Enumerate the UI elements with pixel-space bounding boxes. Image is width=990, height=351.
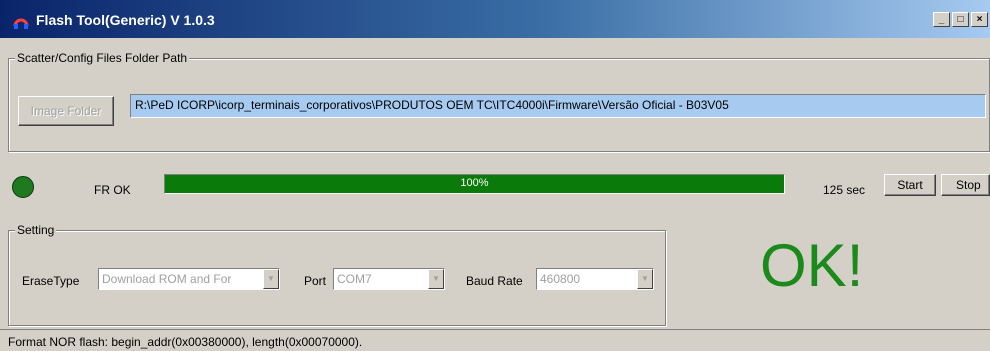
title-bar: Flash Tool(Generic) V 1.0.3 _ □ × xyxy=(0,0,990,38)
port-value: COM7 xyxy=(337,272,372,286)
progress-bar: 100% xyxy=(164,174,785,194)
status-led-icon xyxy=(12,176,34,198)
stop-button[interactable]: Stop xyxy=(941,174,990,196)
maximize-button[interactable]: □ xyxy=(952,12,969,27)
status-bar-message: Format NOR flash: begin_addr(0x00380000)… xyxy=(8,335,363,349)
progress-percent: 100% xyxy=(460,177,489,189)
chevron-down-icon[interactable]: ▼ xyxy=(263,269,279,289)
start-button[interactable]: Start xyxy=(884,174,936,196)
elapsed-time-label: 125 sec xyxy=(823,183,866,197)
status-bar: Format NOR flash: begin_addr(0x00380000)… xyxy=(0,329,990,351)
baud-rate-label: Baud Rate xyxy=(466,274,523,288)
scatter-config-legend: Scatter/Config Files Folder Path xyxy=(15,51,190,65)
setting-legend: Setting xyxy=(15,223,57,237)
window-controls: _ □ × xyxy=(933,12,988,27)
close-button[interactable]: × xyxy=(971,12,988,27)
flash-status-label: FR OK xyxy=(94,183,131,197)
image-folder-button[interactable]: Image Folder xyxy=(18,96,114,126)
erase-type-select[interactable]: Download ROM and For ▼ xyxy=(98,268,280,290)
erase-type-value: Download ROM and For xyxy=(102,272,232,286)
window-title: Flash Tool(Generic) V 1.0.3 xyxy=(36,12,215,28)
scatter-path-field[interactable]: R:\PeD ICORP\icorp_terminais_corporativo… xyxy=(130,94,986,118)
chevron-down-icon[interactable]: ▼ xyxy=(428,269,444,289)
port-select[interactable]: COM7 ▼ xyxy=(333,268,445,290)
baud-rate-select[interactable]: 460800 ▼ xyxy=(536,268,654,290)
result-ok-text: OK! xyxy=(760,232,864,299)
erase-type-label: EraseType xyxy=(22,274,80,288)
minimize-button[interactable]: _ xyxy=(933,12,950,27)
baud-rate-value: 460800 xyxy=(540,272,581,286)
app-icon xyxy=(13,18,29,29)
port-label: Port xyxy=(304,274,327,288)
chevron-down-icon[interactable]: ▼ xyxy=(637,269,653,289)
